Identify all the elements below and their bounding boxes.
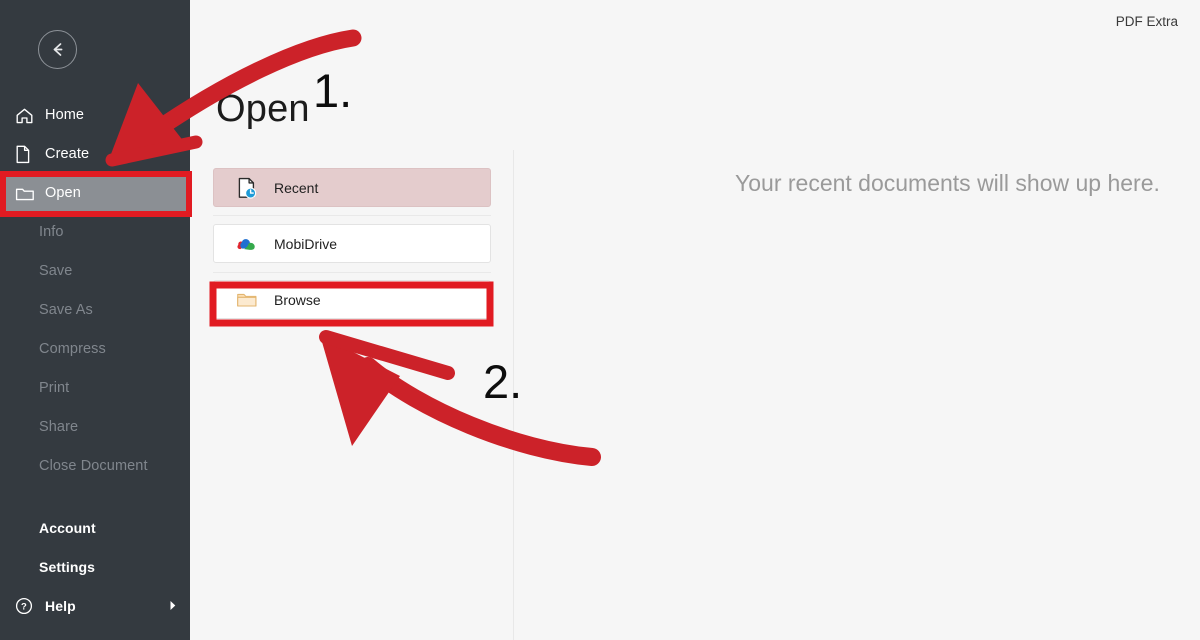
sidebar-item-settings[interactable]: Settings bbox=[0, 547, 190, 586]
chevron-right-icon bbox=[169, 598, 177, 614]
open-source-label: Recent bbox=[274, 179, 319, 196]
sidebar-item-label: Help bbox=[45, 597, 76, 614]
open-source-label: MobiDrive bbox=[274, 235, 338, 252]
svg-text:?: ? bbox=[21, 601, 27, 612]
sidebar-item-create[interactable]: Create bbox=[0, 135, 190, 174]
open-sources-panel: Recent MobiDrive Browse bbox=[213, 168, 491, 336]
folder-icon bbox=[15, 184, 37, 204]
sidebar-item-home[interactable]: Home bbox=[0, 96, 190, 135]
back-button[interactable] bbox=[38, 30, 77, 69]
sidebar-item-label: Compress bbox=[39, 341, 106, 358]
row-separator bbox=[213, 272, 491, 273]
sidebar-item-compress[interactable]: Compress bbox=[0, 330, 190, 369]
main-content: PDF Extra Open Recent MobiDrive Browse Y… bbox=[190, 0, 1200, 640]
row-separator bbox=[213, 215, 491, 216]
mobidrive-cloud-icon bbox=[236, 233, 258, 255]
sidebar-item-account[interactable]: Account bbox=[0, 508, 190, 547]
sidebar-item-label: Info bbox=[39, 224, 64, 241]
empty-state-message: Your recent documents will show up here. bbox=[735, 170, 1160, 196]
sidebar-item-save-as[interactable]: Save As bbox=[0, 291, 190, 330]
back-arrow-icon bbox=[48, 40, 67, 59]
recent-document-icon bbox=[236, 177, 258, 199]
sidebar-nav-bottom: Account Settings ? Help bbox=[0, 508, 190, 625]
sidebar-item-label: Create bbox=[45, 146, 90, 163]
panel-divider bbox=[513, 150, 514, 640]
sidebar-item-label: Share bbox=[39, 419, 79, 436]
sidebar-item-label: Print bbox=[39, 380, 70, 397]
sidebar: Home Create Open Info Save Save As Compr… bbox=[0, 0, 190, 640]
open-source-mobidrive[interactable]: MobiDrive bbox=[213, 224, 491, 263]
home-icon bbox=[15, 106, 37, 126]
help-circle-icon: ? bbox=[15, 596, 37, 616]
sidebar-item-label: Close Document bbox=[39, 458, 148, 475]
open-source-label: Browse bbox=[274, 291, 321, 308]
sidebar-nav: Home Create Open Info Save Save As Compr… bbox=[0, 96, 190, 486]
sidebar-item-label: Home bbox=[45, 107, 85, 124]
sidebar-item-help[interactable]: ? Help bbox=[0, 586, 190, 625]
open-source-browse[interactable]: Browse bbox=[213, 280, 491, 319]
file-plus-icon bbox=[15, 145, 37, 165]
sidebar-item-print[interactable]: Print bbox=[0, 369, 190, 408]
sidebar-item-open[interactable]: Open bbox=[0, 174, 190, 213]
folder-icon bbox=[236, 289, 258, 311]
open-source-recent[interactable]: Recent bbox=[213, 168, 491, 207]
sidebar-item-label: Open bbox=[45, 185, 81, 202]
sidebar-item-share[interactable]: Share bbox=[0, 408, 190, 447]
sidebar-item-save[interactable]: Save bbox=[0, 252, 190, 291]
sidebar-item-label: Save As bbox=[39, 302, 93, 319]
sidebar-item-label: Save bbox=[39, 263, 73, 280]
sidebar-item-label: Account bbox=[39, 519, 96, 536]
page-title: Open bbox=[216, 88, 310, 130]
app-name-label: PDF Extra bbox=[1115, 14, 1178, 29]
sidebar-item-close-document[interactable]: Close Document bbox=[0, 447, 190, 486]
sidebar-item-label: Settings bbox=[39, 558, 96, 575]
sidebar-item-info[interactable]: Info bbox=[0, 213, 190, 252]
